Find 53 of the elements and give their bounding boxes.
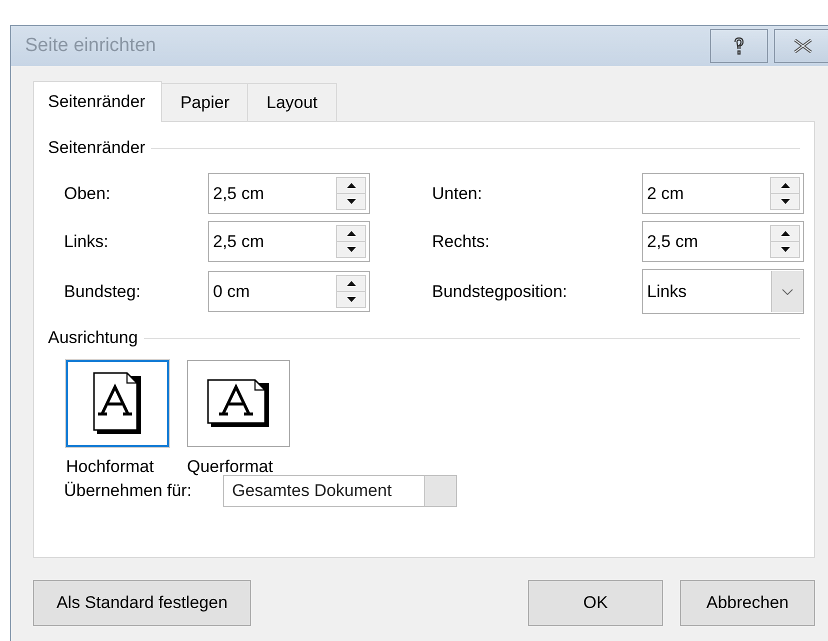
up-triangle-icon <box>346 183 356 188</box>
tab[interactable]: Layout <box>247 83 337 121</box>
chevron-down-icon <box>782 288 793 294</box>
spin-up-button[interactable] <box>771 178 799 193</box>
up-triangle-icon <box>780 183 790 188</box>
field-label: Links: <box>64 232 110 252</box>
down-triangle-icon <box>346 247 356 252</box>
field-label: Oben: <box>64 184 112 204</box>
dialog-button[interactable]: Abbrechen <box>680 580 815 626</box>
spin-field[interactable]: 2,5 cm <box>208 173 370 214</box>
up-triangle-icon <box>346 231 356 236</box>
up-triangle-icon <box>780 231 790 236</box>
window-title: Seite einrichten <box>25 35 157 57</box>
field-label: Rechts: <box>432 232 491 252</box>
field-label: Unten: <box>432 184 484 204</box>
spin-down-button[interactable] <box>771 193 799 209</box>
help-icon <box>733 37 745 55</box>
spin-field[interactable]: 0 cm <box>208 271 370 312</box>
dialog-button[interactable]: Als Standard festlegen <box>33 580 251 626</box>
spin-down-button[interactable] <box>337 193 365 209</box>
orientation-label: Querformat <box>187 457 273 477</box>
help-button[interactable] <box>710 29 768 63</box>
spin-up-button[interactable] <box>337 178 365 193</box>
orientation-label: Hochformat <box>66 457 154 477</box>
dropdown[interactable]: Gesamtes Dokument <box>223 475 457 507</box>
field-label: Bundsteg: <box>64 282 142 302</box>
section-heading: Ausrichtung <box>48 328 138 348</box>
close-icon <box>793 39 813 53</box>
spin-field[interactable]: 2,5 cm <box>208 221 370 262</box>
dropdown[interactable]: Links <box>642 269 804 314</box>
spin-down-button[interactable] <box>337 241 365 257</box>
down-triangle-icon <box>346 297 356 302</box>
landscape-page-icon <box>206 378 270 428</box>
spin-field[interactable]: 2,5 cm <box>642 221 804 262</box>
field-label: Übernehmen für: <box>64 481 193 501</box>
spin-up-button[interactable] <box>771 226 799 241</box>
up-triangle-icon <box>346 281 356 286</box>
portrait-page-icon <box>92 372 142 436</box>
close-button[interactable] <box>774 29 828 63</box>
down-triangle-icon <box>780 247 790 252</box>
spin-down-button[interactable] <box>337 291 365 307</box>
section-heading: Seitenränder <box>48 138 146 158</box>
spin-up-button[interactable] <box>337 276 365 291</box>
tab[interactable]: Seitenränder <box>33 81 162 122</box>
down-triangle-icon <box>346 199 356 204</box>
spin-up-button[interactable] <box>337 226 365 241</box>
spin-field[interactable]: 2 cm <box>642 173 804 214</box>
field-label: Bundstegposition: <box>432 282 568 302</box>
dialog-button[interactable]: OK <box>528 580 663 626</box>
spin-down-button[interactable] <box>771 241 799 257</box>
orientation-button[interactable] <box>187 360 290 447</box>
down-triangle-icon <box>780 199 790 204</box>
orientation-button[interactable] <box>66 360 169 447</box>
